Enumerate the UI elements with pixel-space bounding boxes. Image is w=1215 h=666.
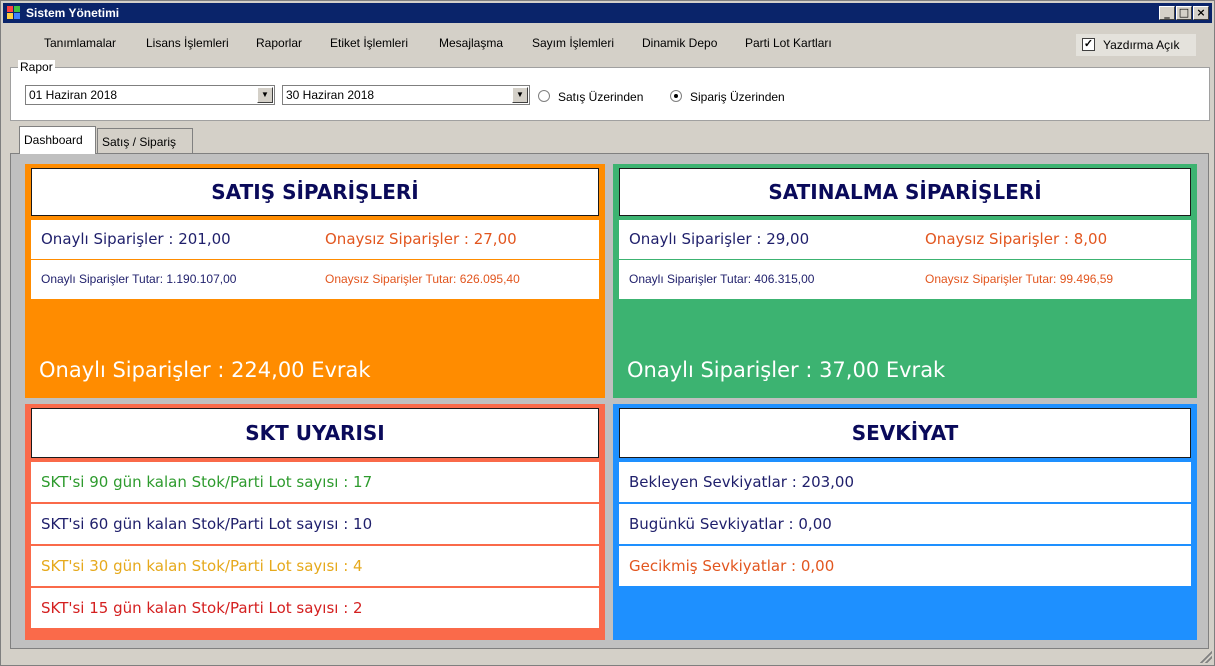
- sales-approved-total: Onaylı Siparişler Tutar: 1.190.107,00: [41, 272, 237, 286]
- menu-raporlar[interactable]: Raporlar: [256, 36, 302, 50]
- radio-sales-label[interactable]: Satış Üzerinden: [558, 90, 643, 104]
- sales-orders-count-row: Onaylı Siparişler : 201,00 Onaysız Sipar…: [31, 220, 599, 259]
- radio-sales[interactable]: [538, 90, 550, 102]
- menu-sayim-islemleri[interactable]: Sayım İşlemleri: [532, 36, 614, 50]
- delayed-shipments-row: Gecikmiş Sevkiyatlar : 0,00: [619, 546, 1191, 586]
- todays-shipments-row: Bugünkü Sevkiyatlar : 0,00: [619, 504, 1191, 544]
- end-date-value: 30 Haziran 2018: [286, 88, 375, 102]
- purchase-orders-total-row: Onaylı Siparişler Tutar: 406.315,00 Onay…: [619, 260, 1191, 299]
- window-title: Sistem Yönetimi: [26, 6, 120, 20]
- sales-orders-total-row: Onaylı Siparişler Tutar: 1.190.107,00 On…: [31, 260, 599, 299]
- sales-approved-count: Onaylı Siparişler : 201,00: [41, 230, 231, 248]
- tab-satis-siparis[interactable]: Satış / Sipariş: [97, 128, 193, 154]
- dashboard-panel: SATIŞ SİPARİŞLERİ Onaylı Siparişler : 20…: [10, 153, 1209, 649]
- main-window: Sistem Yönetimi _ □ × Tanımlamalar Lisan…: [0, 0, 1215, 666]
- resize-grip-icon[interactable]: [1200, 651, 1212, 663]
- skt-warning-title: SKT UYARISI: [31, 408, 599, 458]
- end-date-select[interactable]: 30 Haziran 2018 ▼: [282, 85, 530, 105]
- skt-60-day-row: SKT'si 60 gün kalan Stok/Parti Lot sayıs…: [31, 504, 599, 544]
- print-checkbox[interactable]: ✓: [1082, 38, 1095, 51]
- app-icon: [7, 6, 21, 20]
- purchase-orders-card: SATINALMA SİPARİŞLERİ Onaylı Siparişler …: [613, 164, 1197, 398]
- sales-orders-card: SATIŞ SİPARİŞLERİ Onaylı Siparişler : 20…: [25, 164, 605, 398]
- menu-parti-lot-kartlari[interactable]: Parti Lot Kartları: [745, 36, 832, 50]
- maximize-icon[interactable]: □: [1176, 6, 1192, 20]
- skt-warning-card: SKT UYARISI SKT'si 90 gün kalan Stok/Par…: [25, 404, 605, 640]
- menu-etiket-islemleri[interactable]: Etiket İşlemleri: [330, 36, 408, 50]
- print-label: Yazdırma Açık: [1103, 38, 1180, 52]
- chevron-down-icon[interactable]: ▼: [512, 87, 528, 103]
- menu-tanimlamalar[interactable]: Tanımlamalar: [44, 36, 116, 50]
- menu-mesajlasma[interactable]: Mesajlaşma: [439, 36, 503, 50]
- tab-dashboard[interactable]: Dashboard: [19, 126, 96, 154]
- sales-orders-summary: Onaylı Siparişler : 224,00 Evrak: [39, 358, 371, 382]
- skt-30-day-row: SKT'si 30 gün kalan Stok/Parti Lot sayıs…: [31, 546, 599, 586]
- pending-shipments-row: Bekleyen Sevkiyatlar : 203,00: [619, 462, 1191, 502]
- sales-unapproved-total: Onaysız Siparişler Tutar: 626.095,40: [325, 272, 520, 286]
- radio-orders[interactable]: [670, 90, 682, 102]
- sales-orders-title: SATIŞ SİPARİŞLERİ: [31, 168, 599, 216]
- purchase-unapproved-total: Onaysız Siparişler Tutar: 99.496,59: [925, 272, 1114, 286]
- print-toggle[interactable]: ✓ Yazdırma Açık: [1076, 34, 1196, 56]
- purchase-orders-summary: Onaylı Siparişler : 37,00 Evrak: [627, 358, 946, 382]
- start-date-value: 01 Haziran 2018: [29, 88, 118, 102]
- purchase-unapproved-count: Onaysız Siparişler : 8,00: [925, 230, 1108, 248]
- start-date-select[interactable]: 01 Haziran 2018 ▼: [25, 85, 275, 105]
- close-icon[interactable]: ×: [1193, 6, 1209, 20]
- shipment-title: SEVKİYAT: [619, 408, 1191, 458]
- menu-lisans-islemleri[interactable]: Lisans İşlemleri: [146, 36, 229, 50]
- purchase-orders-count-row: Onaylı Siparişler : 29,00 Onaysız Sipari…: [619, 220, 1191, 259]
- report-legend: Rapor: [18, 60, 55, 74]
- purchase-approved-total: Onaylı Siparişler Tutar: 406.315,00: [629, 272, 815, 286]
- minimize-icon[interactable]: _: [1159, 6, 1175, 20]
- skt-15-day-row: SKT'si 15 gün kalan Stok/Parti Lot sayıs…: [31, 588, 599, 628]
- skt-90-day-row: SKT'si 90 gün kalan Stok/Parti Lot sayıs…: [31, 462, 599, 502]
- title-bar[interactable]: Sistem Yönetimi _ □ ×: [3, 3, 1212, 23]
- chevron-down-icon[interactable]: ▼: [257, 87, 273, 103]
- sales-unapproved-count: Onaysız Siparişler : 27,00: [325, 230, 517, 248]
- radio-orders-label[interactable]: Sipariş Üzerinden: [690, 90, 785, 104]
- menu-bar: Tanımlamalar Lisans İşlemleri Raporlar E…: [3, 23, 1212, 59]
- purchase-orders-title: SATINALMA SİPARİŞLERİ: [619, 168, 1191, 216]
- purchase-approved-count: Onaylı Siparişler : 29,00: [629, 230, 810, 248]
- shipment-card: SEVKİYAT Bekleyen Sevkiyatlar : 203,00 B…: [613, 404, 1197, 640]
- menu-dinamik-depo[interactable]: Dinamik Depo: [642, 36, 717, 50]
